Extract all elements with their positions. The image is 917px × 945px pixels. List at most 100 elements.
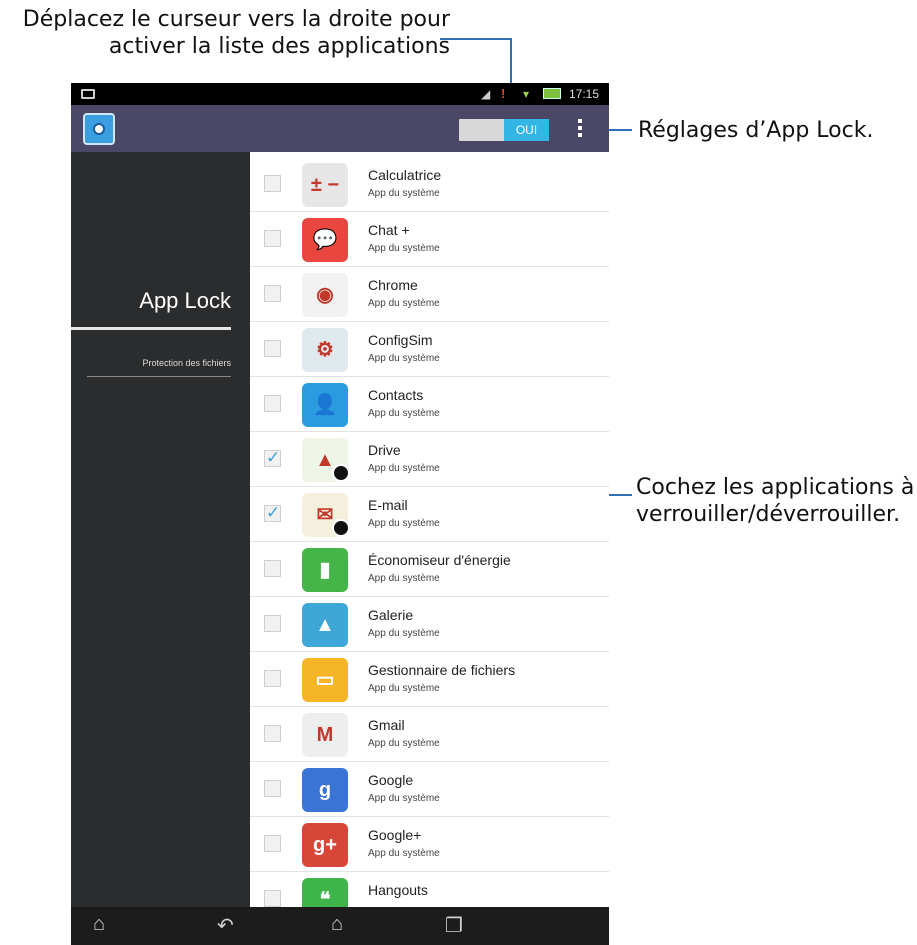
contacts-icon: 👤 bbox=[302, 383, 348, 427]
app-name: E-mail bbox=[368, 497, 408, 513]
app-checkbox[interactable] bbox=[264, 890, 281, 907]
callout-checkboxes: Cochez les applications à verrouiller/dé… bbox=[636, 474, 914, 528]
gmail-icon: M bbox=[302, 713, 348, 757]
app-name: Drive bbox=[368, 442, 401, 458]
app-row[interactable]: ▮ Économiseur d'énergie App du système bbox=[250, 542, 609, 597]
lock-badge-icon bbox=[332, 519, 350, 537]
app-name: Google+ bbox=[368, 827, 422, 843]
sidebar-item-app-lock[interactable]: App Lock bbox=[139, 288, 231, 314]
sidebar-selected-indicator bbox=[71, 327, 231, 330]
wifi-icon: ▾ bbox=[523, 87, 530, 101]
action-bar: OUI bbox=[71, 105, 609, 152]
app-type: App du système bbox=[368, 628, 440, 639]
home-icon[interactable]: ⌂ bbox=[331, 913, 343, 936]
hangouts-icon: ❝ bbox=[302, 878, 348, 907]
app-checkbox[interactable] bbox=[264, 230, 281, 247]
callout-settings: Réglages d’App Lock. bbox=[638, 118, 874, 143]
app-checkbox[interactable] bbox=[264, 285, 281, 302]
calculator-icon: ± − bbox=[302, 163, 348, 207]
app-type: App du système bbox=[368, 408, 440, 419]
app-lock-icon[interactable] bbox=[83, 113, 115, 145]
app-type: App du système bbox=[368, 463, 440, 474]
app-name: Galerie bbox=[368, 607, 414, 623]
app-row[interactable]: ❝ Hangouts bbox=[250, 872, 609, 907]
callout-toggle-line2: activer la liste des applications bbox=[108, 34, 450, 59]
callout-toggle-line1: Déplacez le curseur vers la droite pour bbox=[22, 7, 450, 32]
battery-icon bbox=[543, 88, 561, 99]
app-row[interactable]: ✉E-mailApp du système bbox=[250, 487, 609, 542]
app-name: Économiseur d'énergie bbox=[368, 552, 511, 568]
app-type: App du système bbox=[368, 353, 440, 364]
lock-badge-icon bbox=[332, 464, 350, 482]
app-row[interactable]: ⚙ ConfigSim App du système bbox=[250, 322, 609, 377]
app-row[interactable]: g Google App du système bbox=[250, 762, 609, 817]
app-row[interactable]: ▲ Galerie App du système bbox=[250, 597, 609, 652]
app-name: Google bbox=[368, 772, 414, 788]
app-checkbox[interactable] bbox=[264, 175, 281, 192]
app-name: Hangouts bbox=[368, 882, 428, 898]
app-name: Contacts bbox=[368, 387, 424, 403]
google-icon: g bbox=[302, 768, 348, 812]
device-screen: ◢ ! ▾ 17:15 OUI App Lock Protection des … bbox=[71, 83, 609, 945]
leader-line-list bbox=[606, 494, 632, 496]
clock: 17:15 bbox=[569, 87, 600, 101]
recent-apps-icon[interactable]: ❐ bbox=[445, 913, 463, 938]
app-checkbox[interactable] bbox=[264, 780, 281, 797]
app-type: App du système bbox=[368, 738, 440, 749]
app-row[interactable]: ± − Calculatrice App du système bbox=[250, 157, 609, 212]
app-row[interactable]: ▭ Gestionnaire de fichiers App du système bbox=[250, 652, 609, 707]
app-list[interactable]: ± − Calculatrice App du système 💬 Chat + App … bbox=[250, 152, 609, 907]
app-type: App du système bbox=[368, 683, 440, 694]
gallery-icon: ▲ bbox=[302, 603, 348, 647]
app-row[interactable]: 👤 Contacts App du système bbox=[250, 377, 609, 432]
app-checkbox[interactable] bbox=[264, 615, 281, 632]
lock-icon bbox=[93, 123, 105, 135]
app-row[interactable]: ▲DriveApp du système bbox=[250, 432, 609, 487]
callout-checkboxes-line1: Cochez les applications à bbox=[636, 475, 915, 500]
app-name: ConfigSim bbox=[368, 332, 433, 348]
callout-toggle: Déplacez le curseur vers la droite pour … bbox=[8, 6, 450, 60]
app-checkbox[interactable] bbox=[264, 725, 281, 742]
app-type: App du système bbox=[368, 188, 440, 199]
back-icon[interactable]: ↶ bbox=[217, 913, 234, 938]
chrome-icon: ◉ bbox=[302, 273, 348, 317]
notification-icon bbox=[81, 89, 95, 99]
app-lock-toggle[interactable]: OUI bbox=[459, 119, 549, 141]
navigation-bar: ⌂ ↶ ⌂ ❐ bbox=[71, 907, 609, 945]
app-checkbox[interactable] bbox=[264, 395, 281, 412]
sidebar-item-file-protection[interactable]: Protection des fichiers bbox=[142, 358, 231, 368]
app-row[interactable]: g+ Google+ App du système bbox=[250, 817, 609, 872]
toggle-knob[interactable]: OUI bbox=[504, 119, 549, 141]
app-checkbox[interactable] bbox=[264, 340, 281, 357]
app-checkbox[interactable] bbox=[264, 835, 281, 852]
configsim-icon: ⚙ bbox=[302, 328, 348, 372]
app-name: Gmail bbox=[368, 717, 405, 733]
warning-icon: ! bbox=[501, 86, 506, 101]
sidebar-divider bbox=[87, 376, 231, 377]
app-type: App du système bbox=[368, 298, 440, 309]
signal-icon: ◢ bbox=[481, 87, 491, 101]
app-checkbox[interactable] bbox=[264, 670, 281, 687]
app-checkbox[interactable] bbox=[264, 448, 281, 468]
app-checkbox[interactable] bbox=[264, 560, 281, 577]
app-row[interactable]: ◉ Chrome App du système bbox=[250, 267, 609, 322]
app-name: Calculatrice bbox=[368, 167, 442, 183]
app-row[interactable]: 💬 Chat + App du système bbox=[250, 212, 609, 267]
app-type: App du système bbox=[368, 243, 440, 254]
googleplus-icon: g+ bbox=[302, 823, 348, 867]
app-row[interactable]: M Gmail App du système bbox=[250, 707, 609, 762]
app-type: App du système bbox=[368, 518, 440, 529]
sidebar: App Lock Protection des fichiers bbox=[71, 152, 243, 907]
app-type: App du système bbox=[368, 848, 440, 859]
status-bar: ◢ ! ▾ 17:15 bbox=[71, 83, 609, 105]
chat-icon: 💬 bbox=[302, 218, 348, 262]
app-type: App du système bbox=[368, 573, 440, 584]
app-name: Chrome bbox=[368, 277, 418, 293]
leader-line-top-h bbox=[440, 38, 512, 40]
overflow-menu-icon[interactable] bbox=[577, 119, 583, 141]
recent-home-icon[interactable]: ⌂ bbox=[93, 913, 105, 936]
battery-icon: ▮ bbox=[302, 548, 348, 592]
app-type: App du système bbox=[368, 793, 440, 804]
folder-icon: ▭ bbox=[302, 658, 348, 702]
app-checkbox[interactable] bbox=[264, 503, 281, 523]
